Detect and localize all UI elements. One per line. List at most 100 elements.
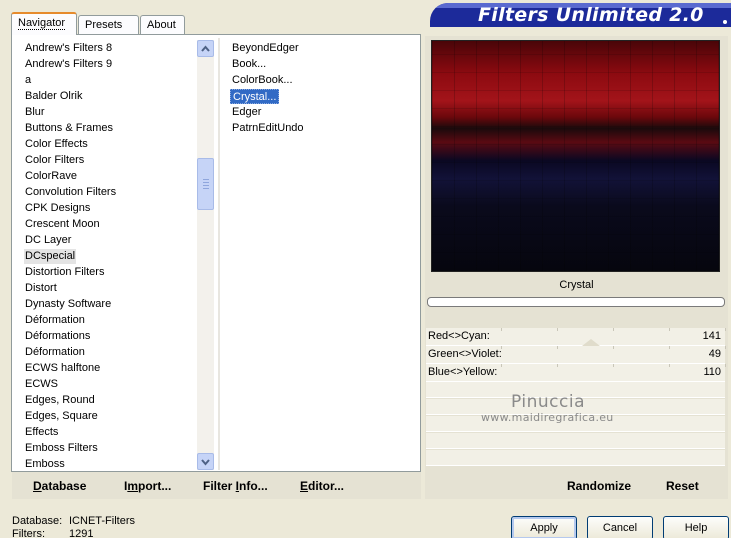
scroll-grip-line xyxy=(203,182,209,183)
filter-item[interactable]: Book... xyxy=(230,57,268,72)
import-label: port... xyxy=(138,479,172,493)
slider-tick xyxy=(725,346,726,349)
app-title: Filters Unlimited 2.0 xyxy=(478,4,704,26)
category-item[interactable]: Edges, Square xyxy=(24,409,99,424)
category-item[interactable]: Buttons & Frames xyxy=(24,121,114,136)
category-item[interactable]: Distortion Filters xyxy=(24,265,105,280)
preview-filter-name: Crystal xyxy=(559,279,594,291)
slider-tick xyxy=(613,364,614,367)
category-item[interactable]: Effects xyxy=(24,425,59,440)
category-item[interactable]: Emboss xyxy=(24,457,66,470)
filter-info-label-pre: Filter xyxy=(203,479,236,493)
category-item[interactable]: Déformation xyxy=(24,345,86,360)
help-button[interactable]: Help xyxy=(663,516,729,538)
database-status-value: ICNET-Filters xyxy=(69,515,135,527)
category-item[interactable]: ECWS xyxy=(24,377,59,392)
watermark-url: www.maidiregrafica.eu xyxy=(481,411,614,424)
category-item[interactable]: Distort xyxy=(24,281,58,296)
editor-label: ditor... xyxy=(308,479,345,493)
filter-list[interactable]: BeyondEdger Book... ColorBook... Crystal...… xyxy=(228,38,418,470)
category-item[interactable]: Blur xyxy=(24,105,46,120)
filter-info-label: nfo... xyxy=(239,479,268,493)
category-item[interactable]: Crescent Moon xyxy=(24,217,101,232)
category-list[interactable]: Andrew's Filters 8 Andrew's Filters 9 a Bal… xyxy=(12,38,198,470)
slider-tick xyxy=(613,328,614,331)
scroll-down-icon xyxy=(201,459,210,466)
tab-about-label: About xyxy=(147,19,176,31)
slider-label: Red<>Cyan: xyxy=(428,330,490,342)
scroll-grip-line xyxy=(203,185,209,186)
category-item[interactable]: Andrew's Filters 9 xyxy=(24,57,113,72)
filter-item[interactable]: ColorBook... xyxy=(230,73,295,88)
slider-row[interactable]: Blue<>Yellow: 110 xyxy=(426,364,726,382)
category-item[interactable]: Balder Olrik xyxy=(24,89,83,104)
slider-tick xyxy=(557,328,558,331)
editor-mnemonic: E xyxy=(300,479,309,493)
category-item[interactable]: Andrew's Filters 8 xyxy=(24,41,113,56)
tab-about[interactable]: About xyxy=(140,15,185,35)
banner-dot xyxy=(723,20,727,24)
randomize-button[interactable]: Randomize xyxy=(567,479,631,493)
slider-tick xyxy=(725,328,726,331)
category-scrollbar[interactable] xyxy=(197,40,214,470)
slider-tick xyxy=(501,364,502,367)
import-button[interactable]: Import... xyxy=(124,479,171,493)
category-item[interactable]: DC Layer xyxy=(24,233,72,248)
status-info: Database: ICNET-Filters Filters: 1291 xyxy=(12,515,135,538)
slider-value: 110 xyxy=(703,366,721,378)
list-divider xyxy=(218,38,220,470)
category-item[interactable]: Dynasty Software xyxy=(24,297,112,312)
category-item[interactable]: a xyxy=(24,73,32,88)
category-item[interactable]: Emboss Filters xyxy=(24,441,99,456)
tab-presets[interactable]: Presets xyxy=(78,15,139,35)
tab-navigator[interactable]: Navigator xyxy=(11,12,77,35)
database-status-label: Database: xyxy=(12,515,63,527)
filter-info-button[interactable]: Filter Info... xyxy=(203,479,268,493)
category-item[interactable]: Color Effects xyxy=(24,137,89,152)
category-item[interactable]: Déformation xyxy=(24,313,86,328)
category-item[interactable]: Déformations xyxy=(24,329,91,344)
progress-bar xyxy=(427,297,725,307)
scroll-up-icon xyxy=(201,45,210,52)
filter-item[interactable]: PatrnEditUndo xyxy=(230,121,306,136)
scroll-down-button[interactable] xyxy=(197,453,214,470)
reset-button[interactable]: Reset xyxy=(666,479,699,493)
category-item[interactable]: Color Filters xyxy=(24,153,85,168)
slider-tick xyxy=(557,364,558,367)
watermark-name: Pinuccia xyxy=(511,392,585,412)
slider-thumb[interactable] xyxy=(582,339,600,346)
app-banner: Filters Unlimited 2.0 xyxy=(430,3,731,27)
slider-row[interactable]: Green<>Violet: 49 xyxy=(426,346,726,364)
editor-button[interactable]: Editor... xyxy=(300,479,344,493)
slider-value: 49 xyxy=(708,348,721,360)
filter-item[interactable]: Edger xyxy=(230,105,263,120)
tab-navigator-label: Navigator xyxy=(18,17,66,30)
slider-label: Green<>Violet: xyxy=(428,348,502,360)
category-item[interactable]: ECWS halftone xyxy=(24,361,101,376)
apply-button[interactable]: Apply xyxy=(511,516,577,538)
filters-count-label: Filters: xyxy=(12,528,45,538)
database-label: atabase xyxy=(41,479,87,493)
category-item[interactable]: Convolution Filters xyxy=(24,185,117,200)
slider-tick xyxy=(501,328,502,331)
slider-value: 141 xyxy=(702,330,721,342)
scroll-thumb[interactable] xyxy=(197,158,214,210)
slider-row[interactable]: Red<>Cyan: 141 xyxy=(426,328,726,346)
empty-control-row xyxy=(426,433,725,449)
database-button[interactable]: Database xyxy=(33,479,86,493)
category-item[interactable]: Edges, Round xyxy=(24,393,96,408)
category-item[interactable]: DCspecial xyxy=(24,249,77,264)
navigator-toolbar: Database Import... Filter Info... Editor… xyxy=(12,472,421,499)
preview-image xyxy=(431,40,720,272)
category-item[interactable]: ColorRave xyxy=(24,169,78,184)
slider-tick xyxy=(725,364,726,367)
scroll-up-button[interactable] xyxy=(197,40,214,57)
slider-tick xyxy=(669,346,670,349)
filter-item[interactable]: Crystal... xyxy=(230,89,280,104)
filters-count-value: 1291 xyxy=(69,528,94,538)
category-item[interactable]: CPK Designs xyxy=(24,201,91,216)
cancel-button[interactable]: Cancel xyxy=(587,516,653,538)
filter-item[interactable]: BeyondEdger xyxy=(230,41,301,56)
slider-tick xyxy=(669,364,670,367)
tab-presets-label: Presets xyxy=(85,19,123,31)
